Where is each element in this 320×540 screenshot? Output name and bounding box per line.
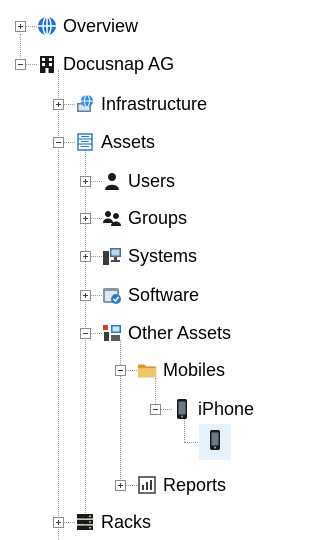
tree-node-other-assets[interactable]: Other Assets bbox=[102, 320, 231, 346]
assets-icon bbox=[75, 132, 95, 152]
tree-connector bbox=[90, 218, 102, 219]
tree-node-label: Other Assets bbox=[128, 323, 232, 343]
expand-toggle-users[interactable] bbox=[80, 176, 91, 187]
tree-connector bbox=[160, 409, 172, 410]
tree-connector bbox=[125, 370, 137, 371]
tree-node-users[interactable]: Users bbox=[102, 168, 175, 194]
tree-connector bbox=[25, 26, 37, 27]
software-icon bbox=[102, 285, 122, 305]
tree-node-label: Groups bbox=[128, 208, 188, 228]
tree-node-label: Docusnap AG bbox=[63, 54, 175, 74]
tree-node-label: Systems bbox=[128, 246, 198, 266]
group-icon bbox=[102, 208, 122, 228]
tree-node-docusnap-ag[interactable]: Docusnap AG bbox=[37, 51, 174, 77]
tree-node-reports[interactable]: Reports bbox=[137, 472, 226, 498]
tree-node-iphone[interactable]: iPhone bbox=[172, 396, 254, 422]
tree-node-label: Users bbox=[128, 171, 176, 191]
tree-node-label: Mobiles bbox=[163, 360, 226, 380]
expand-toggle-reports[interactable] bbox=[115, 480, 126, 491]
tree-connector bbox=[120, 340, 121, 485]
tree-node-label: Infrastructure bbox=[101, 94, 208, 114]
user-icon bbox=[102, 171, 122, 191]
expand-toggle-groups[interactable] bbox=[80, 213, 91, 224]
collapse-toggle-assets[interactable] bbox=[53, 137, 64, 148]
tree-connector bbox=[125, 485, 137, 486]
tree-node-groups[interactable]: Groups bbox=[102, 205, 187, 231]
tree-connector bbox=[63, 522, 75, 523]
phone-icon bbox=[172, 399, 192, 419]
collapse-toggle-iphone[interactable] bbox=[150, 404, 161, 415]
tree-node-label: Racks bbox=[101, 512, 152, 532]
report-icon bbox=[137, 475, 157, 495]
expand-toggle-software[interactable] bbox=[80, 290, 91, 301]
tree-connector bbox=[90, 256, 102, 257]
tree-connector bbox=[63, 142, 75, 143]
other-assets-icon bbox=[102, 323, 122, 343]
expand-toggle-racks[interactable] bbox=[53, 517, 64, 528]
expand-toggle-systems[interactable] bbox=[80, 251, 91, 262]
expand-toggle-infrastructure[interactable] bbox=[53, 99, 64, 110]
tree-node-label: Assets bbox=[101, 132, 156, 152]
navigation-tree: Overview Docusnap AG Infrastructure Asse… bbox=[0, 0, 292, 540]
tree-node-label: Reports bbox=[163, 475, 227, 495]
tree-connector bbox=[184, 442, 200, 443]
tree-node-software[interactable]: Software bbox=[102, 282, 199, 308]
phone-icon bbox=[205, 429, 225, 456]
globe-icon bbox=[37, 16, 57, 36]
tree-connector bbox=[90, 333, 102, 334]
systems-icon bbox=[102, 246, 122, 266]
rack-icon bbox=[75, 512, 95, 532]
tree-connector bbox=[90, 295, 102, 296]
tree-node-infrastructure[interactable]: Infrastructure bbox=[75, 91, 207, 117]
tree-node-systems[interactable]: Systems bbox=[102, 243, 197, 269]
tree-node-racks[interactable]: Racks bbox=[75, 509, 151, 535]
building-icon bbox=[37, 54, 57, 74]
collapse-toggle-docusnap[interactable] bbox=[15, 59, 26, 70]
collapse-toggle-other-assets[interactable] bbox=[80, 328, 91, 339]
network-icon bbox=[75, 94, 95, 114]
tree-node-device-selected[interactable] bbox=[199, 424, 231, 460]
tree-node-mobiles[interactable]: Mobiles bbox=[137, 357, 225, 383]
tree-connector bbox=[25, 64, 37, 65]
tree-node-label: Software bbox=[128, 285, 200, 305]
collapse-toggle-mobiles[interactable] bbox=[115, 365, 126, 376]
tree-connector bbox=[90, 181, 102, 182]
tree-node-label: iPhone bbox=[198, 399, 255, 419]
folder-icon bbox=[137, 360, 157, 380]
tree-connector bbox=[63, 104, 75, 105]
tree-node-label: Overview bbox=[63, 16, 139, 36]
tree-node-assets[interactable]: Assets bbox=[75, 129, 155, 155]
tree-node-overview[interactable]: Overview bbox=[37, 13, 138, 39]
expand-toggle-overview[interactable] bbox=[15, 21, 26, 32]
